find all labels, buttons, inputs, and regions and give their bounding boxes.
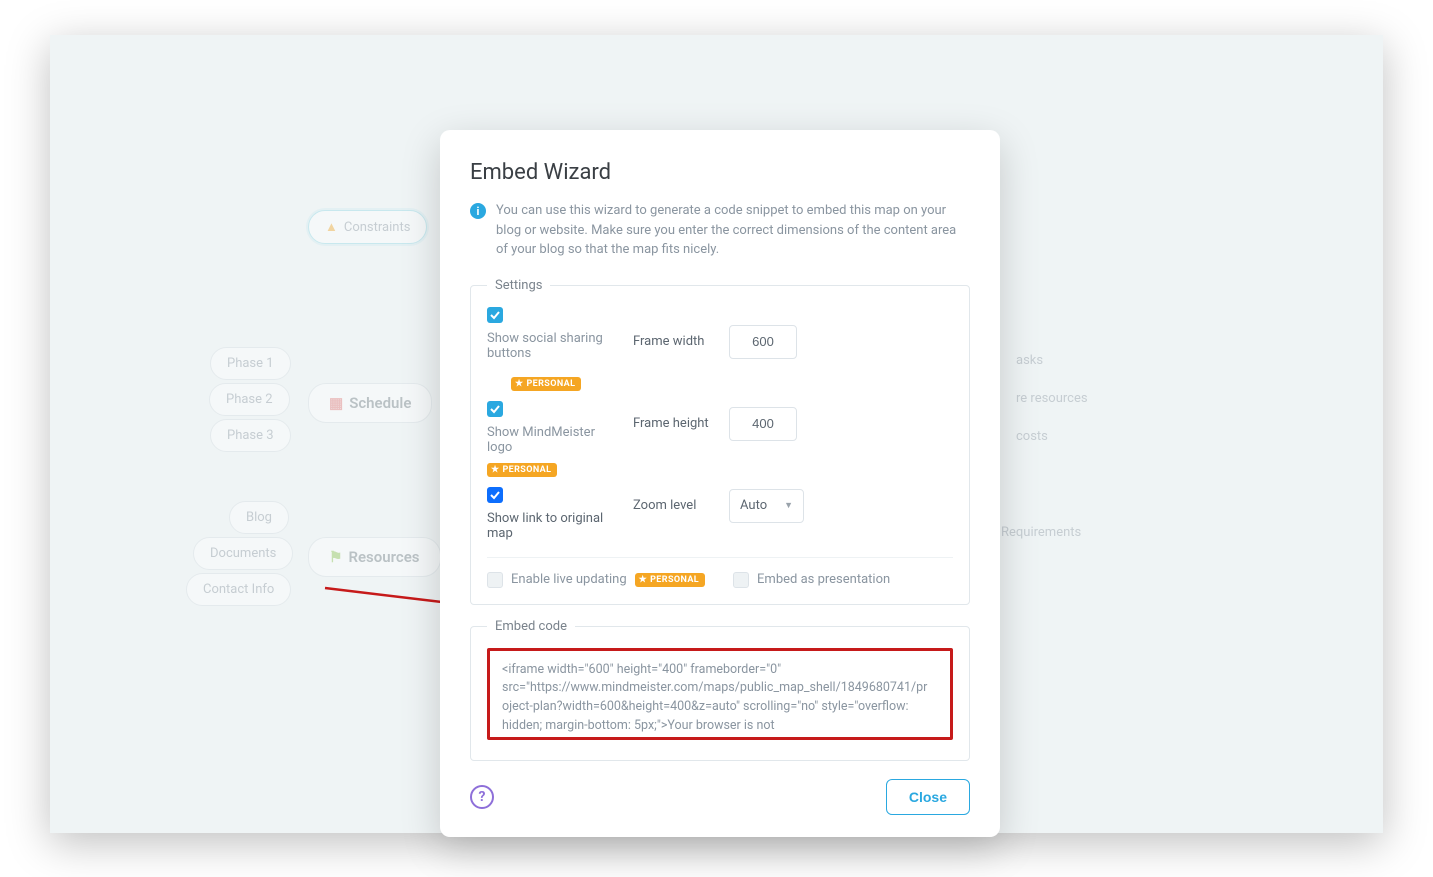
checkbox-link[interactable]: [487, 487, 503, 503]
embed-code-fieldset: Embed code: [470, 619, 970, 761]
frame-width-input[interactable]: [729, 325, 797, 359]
settings-fieldset: Settings Frame width Show social sharing…: [470, 278, 970, 605]
check-label-live: Enable live updating: [511, 572, 627, 587]
node-contact: Contact Info: [186, 573, 291, 606]
info-row: i You can use this wizard to generate a …: [470, 201, 970, 260]
node-resources: ⚑ Resources: [308, 537, 441, 577]
check-label-social: Show social sharing buttons: [487, 331, 617, 361]
personal-badge: ★PERSONAL: [487, 463, 557, 477]
personal-badge: ★PERSONAL: [635, 573, 705, 587]
zoom-level-value: Auto: [740, 498, 767, 513]
star-icon: ★: [639, 575, 647, 585]
node-label: Constraints: [344, 220, 411, 235]
zoom-level-select[interactable]: Auto ▼: [729, 489, 804, 523]
node-label: Schedule: [349, 394, 411, 412]
calendar-icon: ▦: [329, 394, 343, 412]
node-constraints: ▲ Constraints: [308, 210, 427, 244]
close-button[interactable]: Close: [886, 779, 970, 815]
frame-width-label: Frame width: [633, 334, 713, 349]
checkbox-live[interactable]: [487, 572, 503, 588]
node-requirements: Requirements: [985, 517, 1097, 548]
frame-height-input[interactable]: [729, 407, 797, 441]
node-schedule: ▦ Schedule: [308, 383, 432, 423]
chevron-down-icon: ▼: [784, 500, 793, 511]
zoom-level-label: Zoom level: [633, 498, 713, 513]
embed-wizard-modal: Embed Wizard i You can use this wizard t…: [440, 130, 1000, 837]
check-label-logo: Show MindMeister logo: [487, 425, 617, 455]
frame-height-label: Frame height: [633, 416, 713, 431]
check-label-presentation: Embed as presentation: [757, 572, 890, 587]
node-costs: costs: [1000, 421, 1064, 452]
node-phase2: Phase 2: [209, 383, 290, 416]
personal-badge: ★PERSONAL: [511, 377, 581, 391]
checkbox-social[interactable]: [487, 307, 503, 323]
app-frame: ▲ Constraints ▦ Schedule ⚑ Resources Phase …: [50, 35, 1383, 833]
settings-legend: Settings: [487, 278, 550, 293]
flag-icon: ⚑: [329, 548, 342, 566]
node-tasks: asks: [1000, 345, 1059, 376]
embed-code-textarea[interactable]: [487, 648, 953, 740]
warning-icon: ▲: [325, 220, 338, 235]
info-text: You can use this wizard to generate a co…: [496, 201, 970, 260]
check-label-link: Show link to original map: [487, 511, 617, 541]
embed-code-legend: Embed code: [487, 619, 575, 634]
modal-title: Embed Wizard: [470, 160, 970, 185]
star-icon: ★: [515, 379, 523, 389]
node-label: Resources: [348, 548, 419, 566]
node-phase3: Phase 3: [210, 419, 291, 452]
star-icon: ★: [491, 465, 499, 475]
checkbox-logo[interactable]: [487, 401, 503, 417]
checkbox-presentation[interactable]: [733, 572, 749, 588]
node-documents: Documents: [193, 537, 293, 570]
node-blog: Blog: [229, 501, 289, 534]
node-resources-right: re resources: [1000, 383, 1104, 414]
help-icon[interactable]: ?: [470, 785, 494, 809]
info-icon: i: [470, 203, 486, 219]
node-phase1: Phase 1: [210, 347, 291, 380]
